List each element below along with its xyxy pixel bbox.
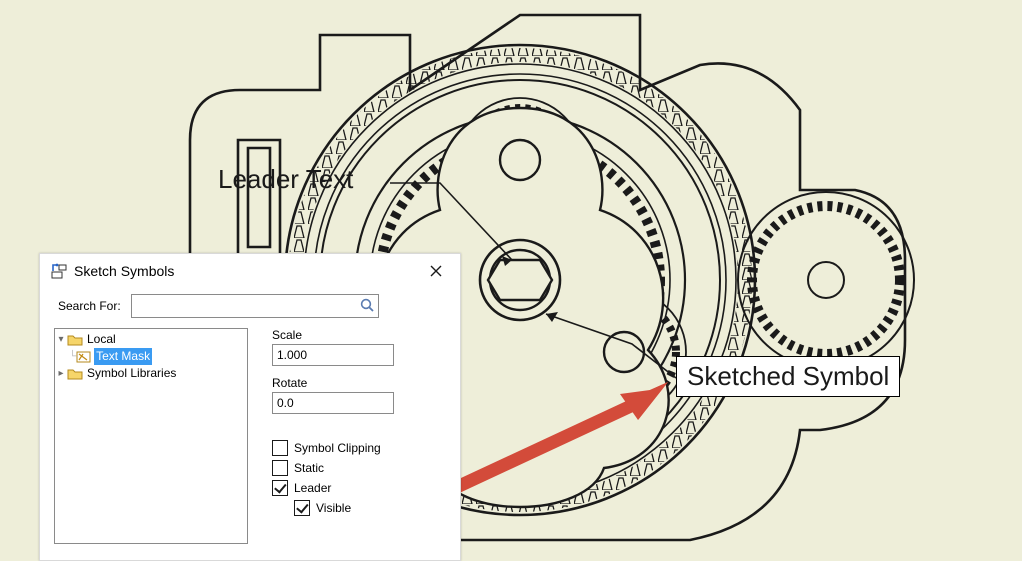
tree-branch-icon: └ bbox=[69, 348, 76, 365]
leader-text-callout[interactable]: Leader Text bbox=[218, 164, 353, 195]
checkbox-box bbox=[272, 460, 288, 476]
close-button[interactable] bbox=[418, 257, 454, 285]
search-for-label: Search For: bbox=[58, 299, 121, 313]
search-icon[interactable] bbox=[359, 297, 375, 313]
folder-icon bbox=[67, 367, 83, 381]
rotate-input[interactable] bbox=[272, 392, 394, 414]
dialog-titlebar[interactable]: Sketch Symbols bbox=[40, 254, 460, 288]
visible-checkbox[interactable]: Visible bbox=[294, 498, 448, 518]
symbol-clipping-checkbox[interactable]: Symbol Clipping bbox=[272, 438, 448, 458]
symbol-clipping-label: Symbol Clipping bbox=[294, 441, 381, 455]
sketched-symbol-callout[interactable]: Sketched Symbol bbox=[676, 356, 900, 397]
checkbox-box bbox=[272, 440, 288, 456]
leader-label: Leader bbox=[294, 481, 331, 495]
checkbox-box bbox=[294, 500, 310, 516]
close-icon bbox=[430, 265, 442, 277]
scale-input[interactable] bbox=[272, 344, 394, 366]
dialog-title: Sketch Symbols bbox=[74, 263, 174, 279]
tree-node-symbol-libraries[interactable]: ▸ Symbol Libraries bbox=[55, 365, 247, 382]
folder-icon bbox=[67, 333, 83, 347]
symbol-tree[interactable]: ▾ Local └ Text Mask ▸ Symbol Libra bbox=[54, 328, 248, 544]
symbol-properties: Scale Rotate Symbol Clipping Static Lead… bbox=[248, 328, 448, 544]
scale-label: Scale bbox=[272, 328, 448, 342]
checkbox-box bbox=[272, 480, 288, 496]
expand-toggle-icon[interactable]: ▸ bbox=[55, 365, 67, 382]
visible-label: Visible bbox=[316, 501, 351, 515]
sketch-symbols-dialog: Sketch Symbols Search For: ▾ Loca bbox=[39, 253, 461, 561]
tree-node-local[interactable]: ▾ Local bbox=[55, 331, 247, 348]
tree-node-text-mask[interactable]: └ Text Mask bbox=[55, 348, 247, 365]
static-label: Static bbox=[294, 461, 324, 475]
tree-label-symbol-libraries: Symbol Libraries bbox=[85, 365, 178, 382]
search-input[interactable] bbox=[132, 295, 378, 317]
sketch-item-icon bbox=[76, 350, 92, 364]
search-box[interactable] bbox=[131, 294, 379, 318]
rotate-label: Rotate bbox=[272, 376, 448, 390]
sketch-symbol-icon bbox=[50, 262, 68, 280]
tree-label-text-mask: Text Mask bbox=[94, 348, 152, 365]
tree-label-local: Local bbox=[85, 331, 118, 348]
expand-toggle-icon[interactable]: ▾ bbox=[55, 331, 67, 348]
static-checkbox[interactable]: Static bbox=[272, 458, 448, 478]
leader-checkbox[interactable]: Leader bbox=[272, 478, 448, 498]
